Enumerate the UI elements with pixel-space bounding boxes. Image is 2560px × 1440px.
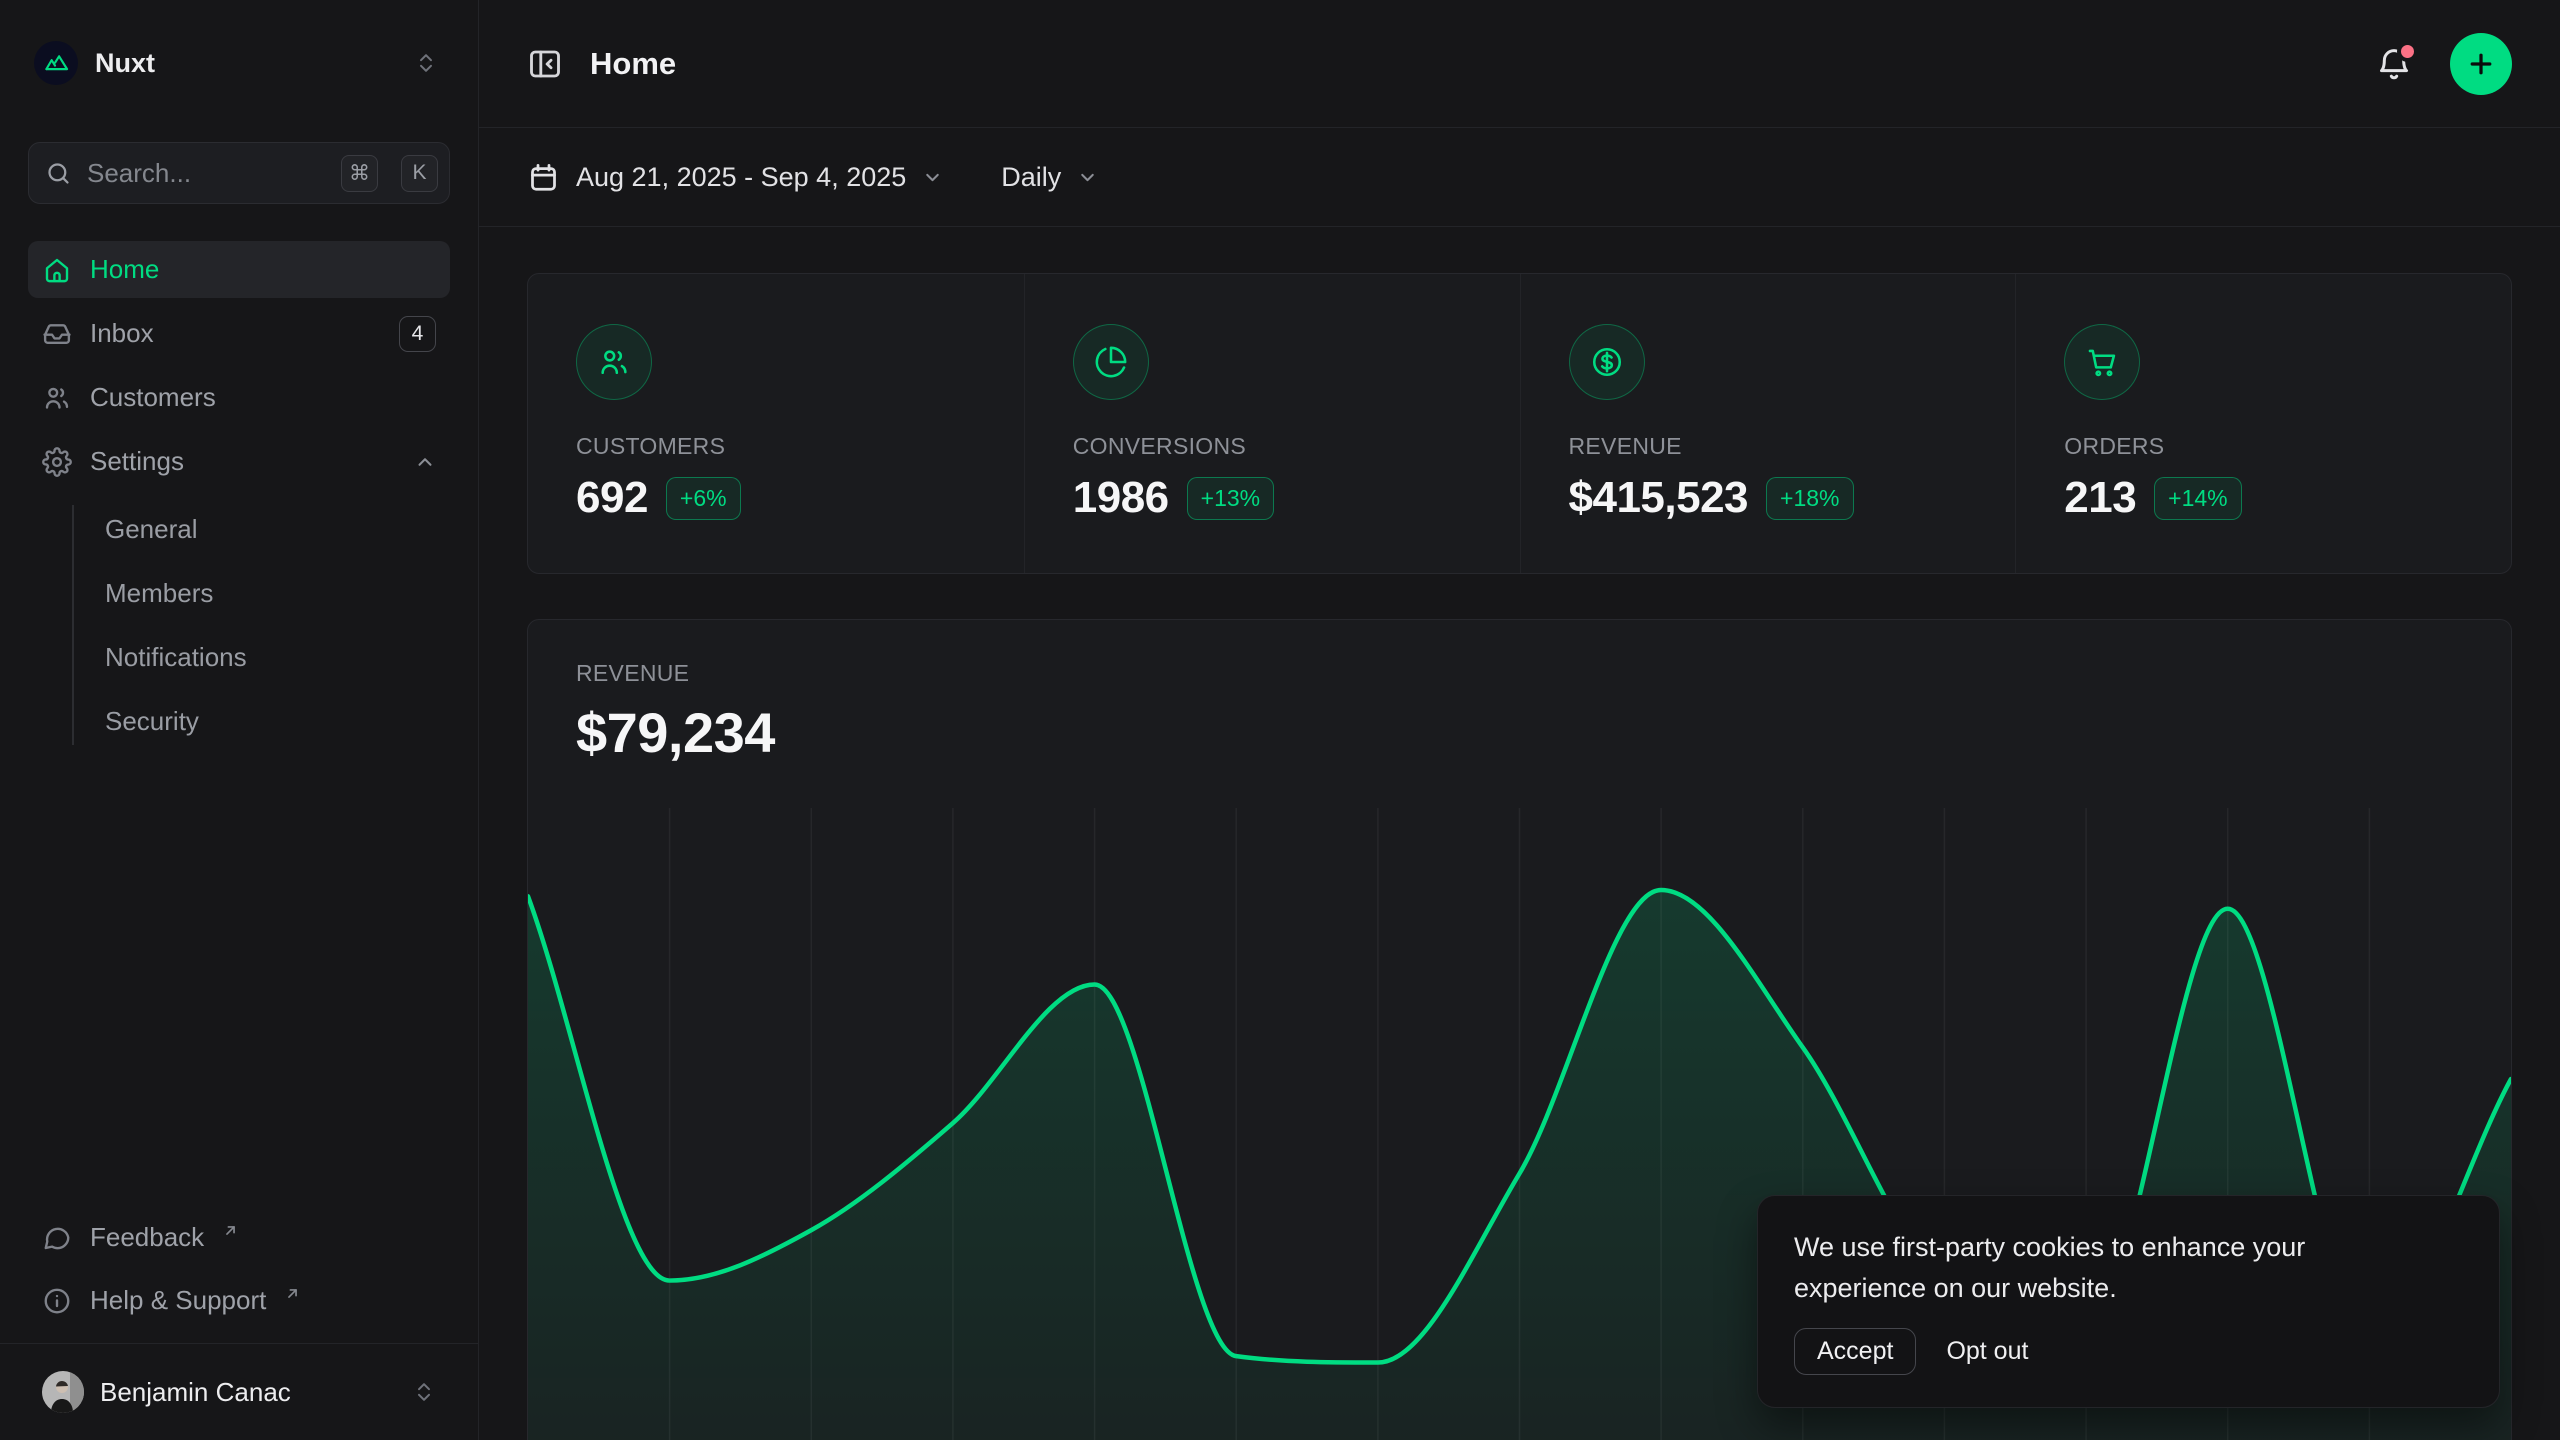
- kbd-k: K: [401, 155, 438, 192]
- sidebar-item-settings[interactable]: Settings: [28, 433, 450, 490]
- stat-value: 213: [2064, 473, 2136, 523]
- chevrons-up-down-icon: [412, 1380, 436, 1404]
- stat-conversions[interactable]: CONVERSIONS 1986 +13%: [1024, 274, 1520, 573]
- sidebar-item-home[interactable]: Home: [28, 241, 450, 298]
- filters-toolbar: Aug 21, 2025 - Sep 4, 2025 Daily: [479, 128, 2560, 227]
- stat-customers[interactable]: CUSTOMERS 692 +6%: [528, 274, 1024, 573]
- notification-dot: [2397, 41, 2418, 62]
- inbox-icon: [42, 319, 72, 349]
- period-value: Daily: [1001, 162, 1061, 193]
- sidebar-item-security[interactable]: Security: [28, 689, 450, 753]
- cookie-banner: We use first-party cookies to enhance yo…: [1757, 1195, 2500, 1408]
- sidebar-item-customers[interactable]: Customers: [28, 369, 450, 426]
- sidebar-item-label: Customers: [90, 382, 216, 413]
- inbox-count-badge: 4: [399, 316, 436, 352]
- stat-value: $415,523: [1569, 473, 1749, 523]
- sidebar-spacer: [0, 753, 478, 1209]
- sidebar-item-label: Inbox: [90, 318, 154, 349]
- page-title: Home: [590, 46, 676, 82]
- workspace-name: Nuxt: [95, 48, 155, 79]
- submenu-label: General: [105, 514, 198, 545]
- workspace-identity: Nuxt: [34, 41, 155, 85]
- footer-item-label: Feedback: [90, 1222, 204, 1253]
- submenu-label: Notifications: [105, 642, 247, 673]
- arrow-up-right-icon: [284, 1285, 301, 1302]
- stat-label: CUSTOMERS: [576, 433, 976, 460]
- panel-left-close-icon: [527, 46, 563, 82]
- stat-delta-badge: +13%: [1187, 477, 1274, 520]
- sidebar-item-general[interactable]: General: [28, 497, 450, 561]
- sidebar-nav: Home Inbox 4 Customers Settings: [28, 241, 450, 753]
- header-actions: [2374, 33, 2512, 95]
- stat-label: CONVERSIONS: [1073, 433, 1472, 460]
- sidebar-item-inbox[interactable]: Inbox 4: [28, 305, 450, 362]
- chevron-down-icon: [1077, 167, 1098, 188]
- stat-value: 692: [576, 473, 648, 523]
- stat-delta-badge: +6%: [666, 477, 741, 520]
- page-header: Home: [479, 0, 2560, 128]
- plus-icon: [2466, 49, 2496, 79]
- chevron-up-icon: [414, 451, 436, 473]
- collapse-sidebar-button[interactable]: [527, 46, 563, 82]
- chevron-down-icon: [922, 167, 943, 188]
- settings-submenu: General Members Notifications Security: [28, 497, 450, 753]
- stat-orders[interactable]: ORDERS 213 +14%: [2015, 274, 2511, 573]
- sidebar-item-members[interactable]: Members: [28, 561, 450, 625]
- home-icon: [42, 255, 72, 285]
- help-support-link[interactable]: Help & Support: [28, 1272, 450, 1329]
- submenu-label: Security: [105, 706, 199, 737]
- gear-icon: [42, 447, 72, 477]
- sidebar: Nuxt Search... ⌘ K Home: [0, 0, 479, 1440]
- submenu-label: Members: [105, 578, 213, 609]
- feedback-link[interactable]: Feedback: [28, 1209, 450, 1266]
- date-range-picker[interactable]: Aug 21, 2025 - Sep 4, 2025: [527, 161, 943, 194]
- chat-bubble-icon: [42, 1223, 72, 1253]
- workspace-switcher[interactable]: Nuxt: [28, 34, 450, 92]
- cookie-actions: Accept Opt out: [1794, 1328, 2463, 1375]
- avatar: [42, 1371, 84, 1413]
- pie-chart-icon: [1073, 324, 1149, 400]
- stat-value: 1986: [1073, 473, 1169, 523]
- sidebar-item-label: Settings: [90, 446, 184, 477]
- sidebar-user-section: Benjamin Canac: [0, 1343, 478, 1440]
- kbd-cmd: ⌘: [341, 155, 378, 192]
- dollar-circle-icon: [1569, 324, 1645, 400]
- user-menu-button[interactable]: Benjamin Canac: [28, 1360, 450, 1424]
- chevrons-up-down-icon: [414, 51, 438, 75]
- users-icon: [42, 383, 72, 413]
- nuxt-logo-icon: [34, 41, 78, 85]
- stat-label: ORDERS: [2064, 433, 2463, 460]
- stat-delta-badge: +18%: [1766, 477, 1853, 520]
- users-icon: [576, 324, 652, 400]
- add-button[interactable]: [2450, 33, 2512, 95]
- stats-card: CUSTOMERS 692 +6% CONVERSIONS 1986 +13%: [527, 273, 2512, 574]
- period-select[interactable]: Daily: [1001, 162, 1098, 193]
- info-circle-icon: [42, 1286, 72, 1316]
- calendar-icon: [527, 161, 560, 194]
- cart-icon: [2064, 324, 2140, 400]
- revenue-chart-value: $79,234: [576, 700, 2463, 765]
- revenue-chart-label: REVENUE: [576, 660, 2463, 687]
- stat-revenue[interactable]: REVENUE $415,523 +18%: [1520, 274, 2016, 573]
- accept-button[interactable]: Accept: [1794, 1328, 1916, 1375]
- notifications-button[interactable]: [2374, 44, 2414, 84]
- date-range-value: Aug 21, 2025 - Sep 4, 2025: [576, 162, 906, 193]
- sidebar-footer: Feedback Help & Support: [28, 1209, 450, 1329]
- arrow-up-right-icon: [222, 1222, 239, 1239]
- search-icon: [45, 160, 72, 187]
- opt-out-button[interactable]: Opt out: [1946, 1337, 2028, 1366]
- app-window: Nuxt Search... ⌘ K Home: [0, 0, 2560, 1440]
- user-name: Benjamin Canac: [100, 1377, 291, 1408]
- sidebar-item-label: Home: [90, 254, 159, 285]
- stat-label: REVENUE: [1569, 433, 1968, 460]
- sidebar-item-notifications[interactable]: Notifications: [28, 625, 450, 689]
- stat-delta-badge: +14%: [2154, 477, 2241, 520]
- cookie-message: We use first-party cookies to enhance yo…: [1794, 1227, 2444, 1309]
- search-placeholder: Search...: [87, 158, 326, 189]
- search-input[interactable]: Search... ⌘ K: [28, 142, 450, 204]
- revenue-chart-header: REVENUE $79,234: [528, 620, 2511, 765]
- footer-item-label: Help & Support: [90, 1285, 266, 1316]
